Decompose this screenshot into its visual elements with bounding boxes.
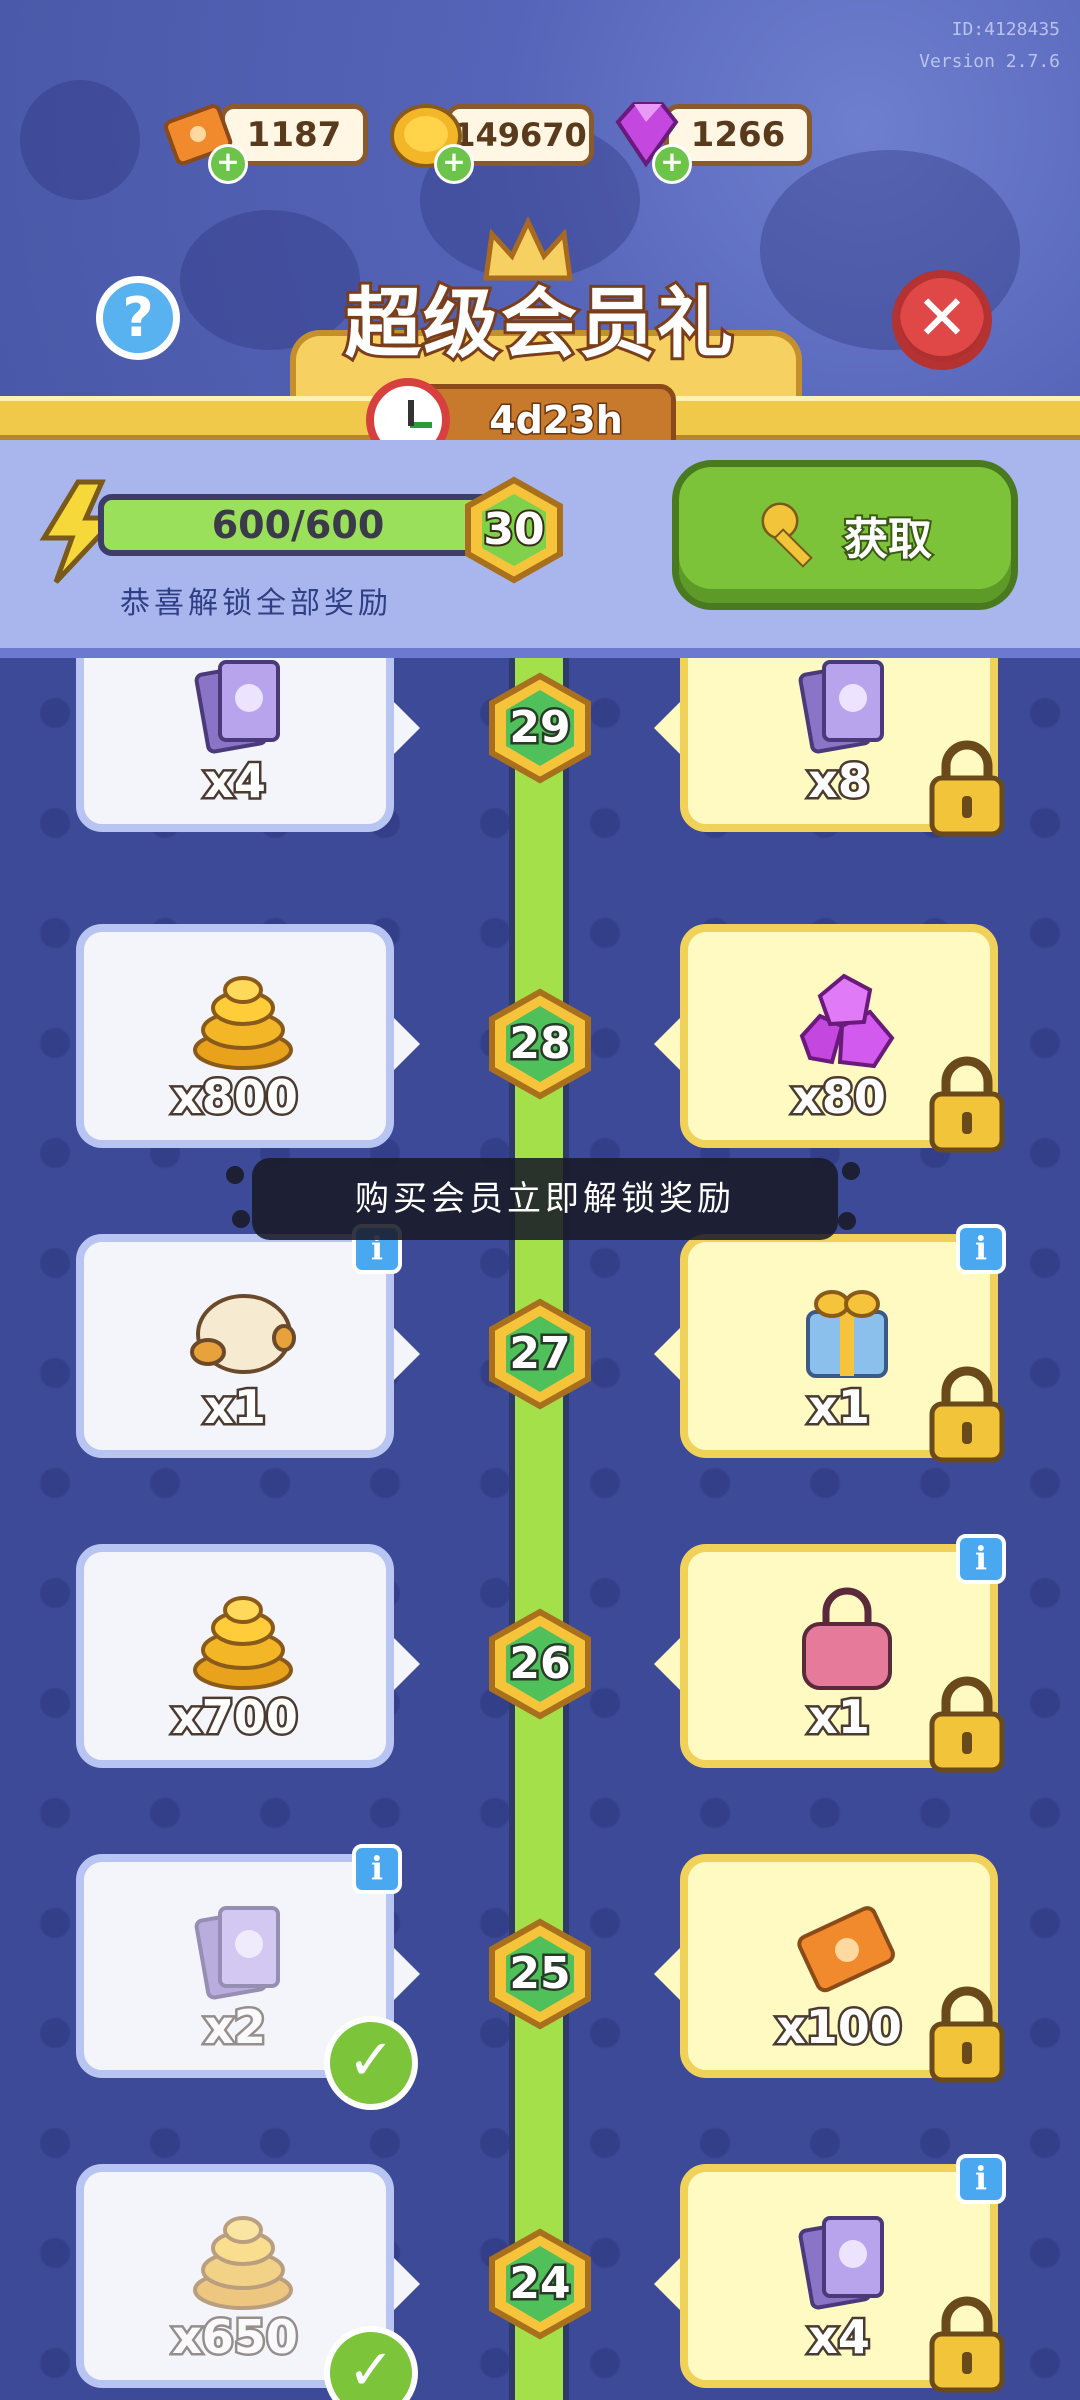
premium-reward-card[interactable]: x80 <box>654 924 1005 1153</box>
level-number: 26 <box>507 1636 573 1692</box>
coin-pile-icon <box>193 2216 293 2310</box>
card-pack-icon <box>798 2216 884 2310</box>
free-reward-card[interactable]: x4 <box>76 658 420 832</box>
free-reward-card[interactable]: x1 i <box>76 1224 420 1458</box>
info-button[interactable]: i <box>352 1844 402 1894</box>
close-button[interactable]: ✕ <box>892 270 992 370</box>
help-button[interactable]: ? <box>96 276 180 360</box>
premium-reward-card[interactable]: x8 <box>654 658 1005 837</box>
gem-pile-icon <box>799 973 895 1069</box>
pink-bag-icon <box>802 1587 892 1690</box>
free-reward-card[interactable]: x2 i ✓ <box>76 1844 420 2110</box>
premium-reward-card[interactable]: x1 i <box>654 1224 1006 1463</box>
premium-reward-card[interactable]: x4 i <box>654 2154 1006 2393</box>
level-row-26: x700 26 x1 i <box>0 1534 1080 1784</box>
version-label: Version 2.7.6 <box>919 51 1060 72</box>
toast-message: 购买会员立即解锁奖励 <box>252 1158 838 1240</box>
card-pack-icon <box>194 1906 280 2000</box>
lock-icon <box>929 740 1005 837</box>
card-pack-icon <box>194 660 280 754</box>
toast-splat <box>232 1210 250 1228</box>
resource-coin[interactable]: 149670 + <box>386 100 596 184</box>
coin-pile-icon <box>193 976 293 1070</box>
page-title: 超级会员礼 <box>342 276 736 371</box>
reward-quantity: x4 <box>202 752 269 811</box>
free-reward-card[interactable]: x800 <box>76 924 420 1148</box>
toast-splat <box>838 1212 856 1230</box>
progress-bar: 600/600 <box>98 494 498 556</box>
reward-quantity: x700 <box>170 1688 301 1747</box>
card-pack-icon <box>798 660 884 754</box>
level-badge: 29 <box>486 672 594 784</box>
level-track <box>509 658 569 2400</box>
resource-ticket[interactable]: 1187 + <box>160 100 370 184</box>
level-badge: 28 <box>486 988 594 1100</box>
level-badge: 25 <box>486 1918 594 2030</box>
info-button[interactable]: i <box>956 1534 1006 1584</box>
level-number: 28 <box>507 1016 573 1072</box>
reward-quantity: x800 <box>170 1068 301 1127</box>
bun-pet-icon <box>190 1294 296 1374</box>
coin-pile-icon <box>193 1596 293 1690</box>
info-button[interactable]: i <box>956 2154 1006 2204</box>
lock-icon <box>929 1366 1005 1463</box>
current-level-badge: 30 <box>462 476 566 584</box>
level-number: 25 <box>507 1946 573 2002</box>
premium-reward-card[interactable]: x1 i <box>654 1534 1006 1773</box>
toast-splat <box>842 1162 860 1180</box>
level-number: 24 <box>507 2256 573 2312</box>
info-button[interactable]: i <box>956 1224 1006 1274</box>
add-gem-button[interactable]: + <box>652 144 692 184</box>
level-row-25: x2 i ✓ 25 x100 <box>0 1844 1080 2110</box>
premium-reward-card[interactable]: x100 <box>654 1854 1005 2083</box>
add-coin-button[interactable]: + <box>434 144 474 184</box>
free-reward-card[interactable]: x650 ✓ <box>76 2164 420 2400</box>
unlock-status: 恭喜解锁全部奖励 <box>120 586 392 621</box>
level-number: 29 <box>507 700 573 756</box>
version-info: ID:4128435 Version 2.7.6 <box>820 14 1060 78</box>
level-badge: 26 <box>486 1608 594 1720</box>
toast-splat <box>226 1166 244 1184</box>
claimed-check-icon: ✓ <box>324 2016 418 2110</box>
user-id: ID:4128435 <box>951 19 1060 40</box>
reward-list[interactable]: x4 29 x8 x800 28 x80 x1 i 27 x1 i x700 2… <box>0 658 1080 2400</box>
lock-icon <box>929 1986 1005 2083</box>
close-icon: ✕ <box>916 281 968 354</box>
lock-icon <box>929 1676 1005 1773</box>
free-reward-card[interactable]: x700 <box>76 1544 420 1768</box>
level-row-27: x1 i 27 x1 i <box>0 1224 1080 1474</box>
resource-gem[interactable]: 1266 + <box>604 100 814 184</box>
current-level-value: 30 <box>481 502 546 557</box>
key-icon <box>761 502 813 568</box>
level-badge: 24 <box>486 2228 594 2340</box>
question-icon: ? <box>122 286 154 349</box>
add-ticket-button[interactable]: + <box>208 144 248 184</box>
get-button-label: 获取 <box>842 512 934 567</box>
level-row-28: x800 28 x80 <box>0 924 1080 1164</box>
gift-box-icon <box>806 1290 888 1378</box>
ticket-icon <box>797 1906 895 1993</box>
level-row-24: x650 ✓ 24 x4 i <box>0 2154 1080 2400</box>
get-button[interactable]: 获取 <box>672 460 1018 610</box>
level-badge: 27 <box>486 1298 594 1410</box>
level-number: 27 <box>507 1326 573 1382</box>
level-row-29: x4 29 x8 <box>0 658 1080 848</box>
lock-icon <box>929 2296 1005 2393</box>
reward-quantity: x1 <box>202 1378 269 1437</box>
lock-icon <box>929 1056 1005 1153</box>
